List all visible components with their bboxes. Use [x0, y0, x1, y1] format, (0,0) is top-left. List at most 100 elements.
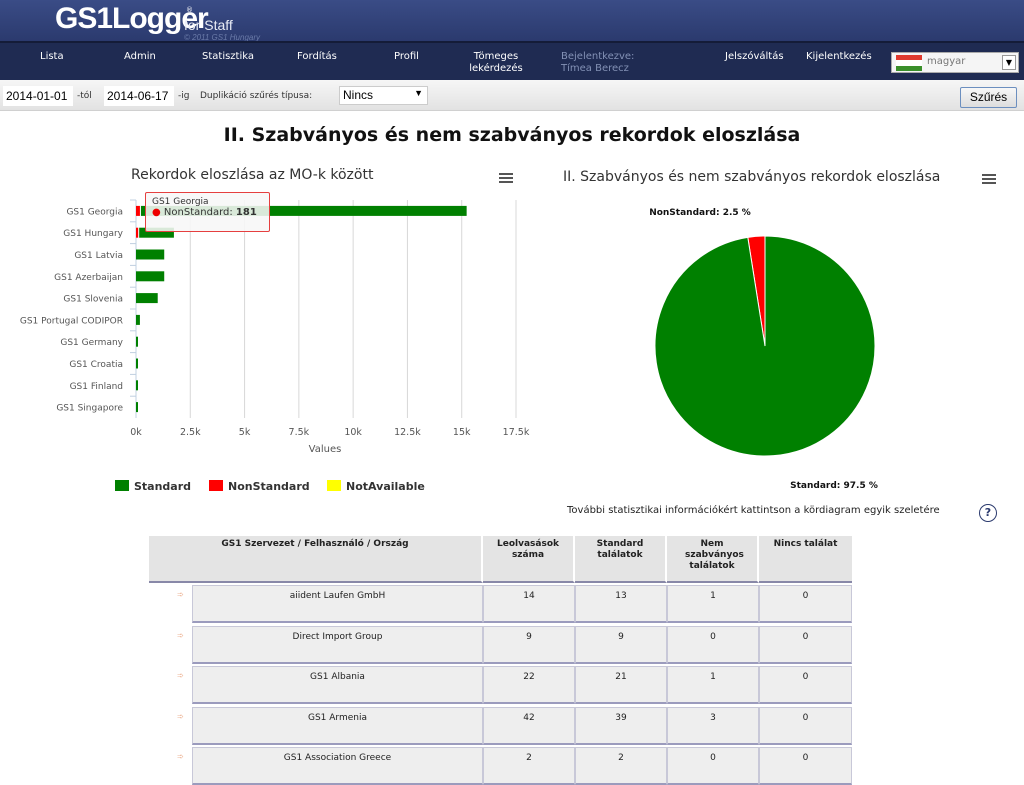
- nav-statisztika[interactable]: Statisztika: [202, 51, 254, 63]
- date-to-input[interactable]: [104, 86, 174, 106]
- pie-info-text: További statisztikai információkért katt…: [567, 505, 940, 516]
- expand-arrow-icon[interactable]: ➾: [177, 671, 184, 680]
- bar-standard: [136, 358, 138, 369]
- y-tick-label: GS1 Germany: [60, 338, 123, 348]
- to-suffix: -ig: [178, 91, 190, 101]
- hungary-flag-icon: [896, 55, 922, 71]
- registered-mark: ®: [186, 6, 193, 14]
- y-tick-label: GS1 Azerbaijan: [54, 273, 123, 283]
- nav-logout[interactable]: Kijelentkezés: [806, 51, 872, 63]
- nav-forditas[interactable]: Fordítás: [297, 51, 337, 63]
- cell-name: GS1 Armenia: [192, 706, 483, 745]
- cell-reads: 22: [483, 666, 575, 704]
- cell-standard: 21: [575, 666, 667, 704]
- y-tick-label: GS1 Hungary: [63, 229, 123, 239]
- cell-reads: 14: [483, 585, 575, 623]
- x-tick-label: 17.5k: [503, 427, 530, 438]
- nav-lista[interactable]: Lista: [40, 51, 64, 63]
- th-organization[interactable]: GS1 Szervezet / Felhasználó / Ország: [149, 536, 483, 583]
- cell-name: GS1 Albania: [192, 666, 483, 704]
- cell-none: 0: [759, 666, 852, 704]
- legend-standard[interactable]: Standard: [115, 480, 191, 493]
- expand-arrow-icon[interactable]: ➾: [177, 631, 184, 640]
- bar-chart: 0k 2.5k 5k 7.5k 10k 12.5k 15k 17.5k Values GS1 Ge…: [20, 199, 530, 455]
- dup-filter-select[interactable]: Nincs ▼: [339, 86, 428, 105]
- help-icon[interactable]: ?: [979, 504, 997, 522]
- pie-slice-standard[interactable]: [654, 235, 876, 457]
- bar-standard: [136, 314, 140, 325]
- bar-nonstandard: [136, 227, 139, 238]
- nav-password-change[interactable]: Jelszóváltás: [725, 51, 784, 63]
- th-reads[interactable]: Leolvasások száma: [483, 536, 575, 583]
- dup-filter-label: Duplikáció szűrés típusa:: [200, 91, 313, 101]
- pie-label-nonstandard: NonStandard: 2.5 %: [649, 208, 751, 218]
- cell-none: 0: [759, 625, 852, 664]
- cell-name: GS1 Association Greece: [192, 747, 483, 785]
- bar-standard: [136, 380, 138, 391]
- logged-in-user: Tímea Berecz: [561, 63, 629, 74]
- th-nonstandard[interactable]: Nem szabványos találatok: [667, 536, 759, 583]
- logo-subtitle: for Staff: [184, 17, 233, 33]
- legend-label: NonStandard: [228, 480, 310, 493]
- cell-name: aiident Laufen GmbH: [192, 585, 483, 623]
- x-tick-label: 10k: [344, 427, 362, 438]
- bar-chart-menu-icon[interactable]: [499, 173, 513, 184]
- cell-nonstandard: 0: [667, 747, 759, 785]
- expand-arrow-icon[interactable]: ➾: [177, 712, 184, 721]
- pie-label-standard: Standard: 97.5 %: [790, 481, 878, 491]
- y-tick-label: GS1 Finland: [70, 382, 123, 392]
- from-suffix: -tól: [77, 91, 92, 101]
- bar-standard: [136, 336, 138, 347]
- language-select[interactable]: magyar ▼: [891, 52, 1019, 73]
- tooltip-label: NonStandard:: [163, 207, 236, 218]
- y-tick-label: GS1 Georgia: [66, 207, 123, 217]
- filter-button[interactable]: Szűrés: [960, 87, 1017, 108]
- legend-nonstandard[interactable]: NonStandard: [209, 480, 310, 493]
- cell-reads: 9: [483, 625, 575, 664]
- legend-swatch: [209, 480, 223, 491]
- nav-profil[interactable]: Profil: [394, 51, 419, 63]
- cell-standard: 39: [575, 706, 667, 745]
- date-from-input[interactable]: [3, 86, 73, 106]
- x-tick-label: 5k: [239, 427, 251, 438]
- legend-notavailable[interactable]: NotAvailable: [327, 480, 425, 493]
- pie-chart-menu-icon[interactable]: [982, 174, 996, 185]
- legend-label: NotAvailable: [346, 480, 425, 493]
- bar-standard: [136, 402, 138, 413]
- x-tick-label: 0k: [130, 427, 142, 438]
- x-axis-label: Values: [309, 444, 342, 455]
- chevron-down-icon[interactable]: ▼: [1002, 55, 1016, 70]
- tooltip-value: 181: [235, 207, 257, 218]
- main-nav: Lista Admin Statisztika Fordítás Profil …: [0, 41, 1024, 80]
- nav-admin[interactable]: Admin: [124, 51, 156, 63]
- y-tick-label: GS1 Portugal CODIPOR: [20, 316, 123, 326]
- cell-none: 0: [759, 585, 852, 623]
- cell-nonstandard: 1: [667, 585, 759, 623]
- nav-tomeges-lekerdezes[interactable]: Tömeges lekérdezés: [465, 51, 527, 75]
- legend-label: Standard: [134, 480, 192, 493]
- bar-standard: [136, 271, 165, 282]
- bar-nonstandard: [136, 205, 140, 216]
- y-tick-label: GS1 Slovenia: [63, 295, 123, 305]
- cell-reads: 42: [483, 706, 575, 745]
- legend-swatch: [115, 480, 129, 491]
- cell-reads: 2: [483, 747, 575, 785]
- expand-arrow-icon[interactable]: ➾: [177, 590, 184, 599]
- cell-none: 0: [759, 747, 852, 785]
- th-standard[interactable]: Standard találatok: [575, 536, 667, 583]
- filter-bar: -tól -ig Duplikáció szűrés típusa: Nincs…: [0, 80, 1024, 111]
- th-no-match[interactable]: Nincs találat: [759, 536, 852, 583]
- cell-nonstandard: 1: [667, 666, 759, 704]
- cell-standard: 9: [575, 625, 667, 664]
- chart-tooltip: GS1 Georgia ● NonStandard: 181: [145, 192, 270, 232]
- x-tick-label: 12.5k: [394, 427, 421, 438]
- y-tick-label: GS1 Croatia: [69, 360, 123, 370]
- cell-none: 0: [759, 706, 852, 745]
- pie-chart-title: II. Szabványos és nem szabványos rekordo…: [563, 169, 941, 185]
- x-tick-label: 15k: [453, 427, 471, 438]
- bar-chart-title: Rekordok eloszlása az MO-k között: [131, 167, 374, 183]
- expand-arrow-icon[interactable]: ➾: [177, 752, 184, 761]
- bar-standard: [136, 293, 158, 304]
- app-header: GS1Logger ® for Staff © 2011 GS1 Hungary: [0, 0, 1024, 42]
- chevron-down-icon: ▼: [414, 88, 423, 98]
